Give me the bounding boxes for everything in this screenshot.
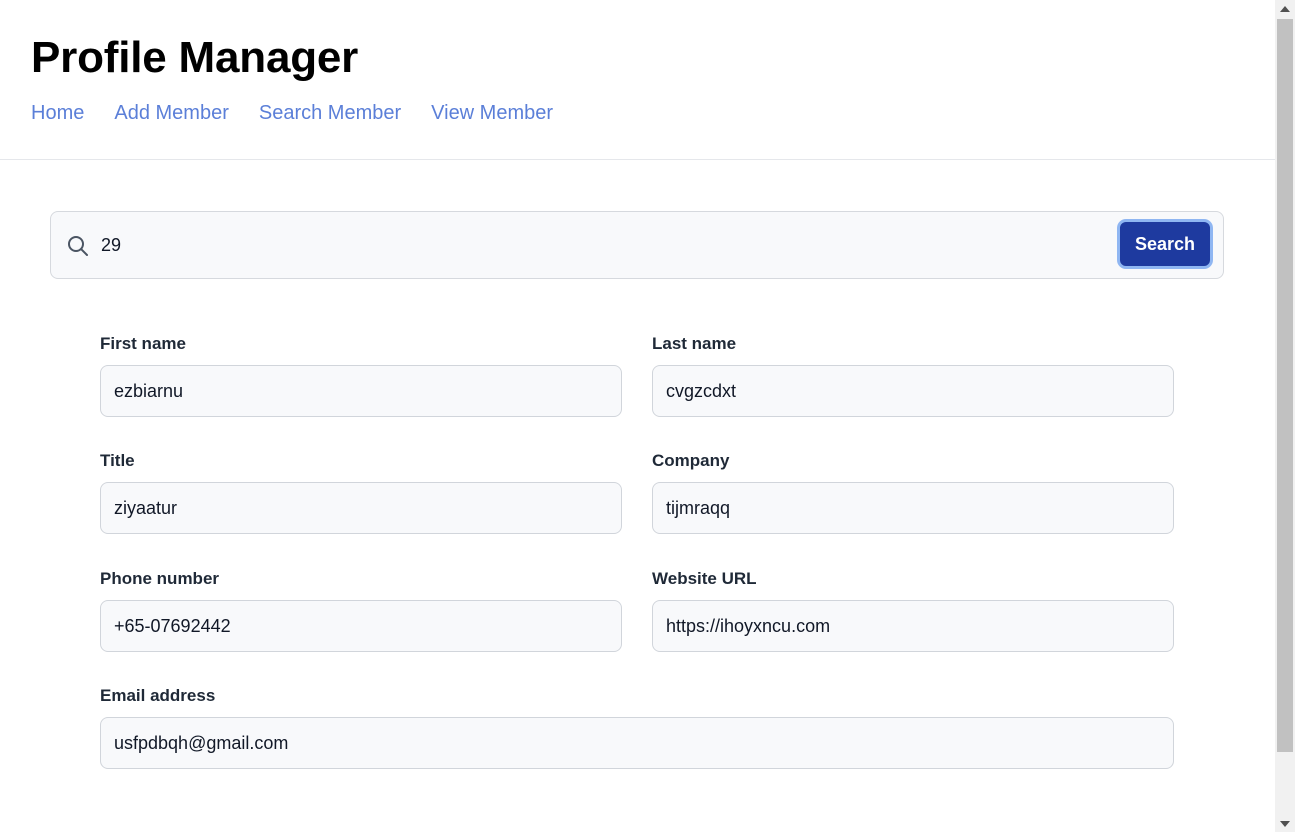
title-input[interactable] xyxy=(100,482,622,534)
first-name-input[interactable] xyxy=(100,365,622,417)
first-name-label: First name xyxy=(100,334,186,353)
search-button[interactable]: Search xyxy=(1117,219,1213,269)
vertical-scrollbar[interactable] xyxy=(1275,0,1295,832)
nav-link-search-member[interactable]: Search Member xyxy=(259,99,401,127)
scroll-thumb[interactable] xyxy=(1277,19,1293,752)
last-name-field: Last name xyxy=(652,333,1174,417)
company-input[interactable] xyxy=(652,482,1174,534)
website-label: Website URL xyxy=(652,569,757,588)
search-bar: Search xyxy=(50,211,1224,279)
nav-link-view-member[interactable]: View Member xyxy=(431,99,553,127)
page: Profile Manager Home Add Member Search M… xyxy=(0,0,1275,832)
email-input[interactable] xyxy=(100,717,1174,769)
email-field: Email address xyxy=(100,685,1174,769)
main-nav: Home Add Member Search Member View Membe… xyxy=(31,99,1275,127)
company-label: Company xyxy=(652,451,730,470)
search-icon xyxy=(66,234,90,258)
nav-link-home[interactable]: Home xyxy=(31,99,84,127)
website-input[interactable] xyxy=(652,600,1174,652)
email-label: Email address xyxy=(100,686,216,705)
scroll-down-arrow-icon[interactable] xyxy=(1275,815,1295,832)
last-name-input[interactable] xyxy=(652,365,1174,417)
phone-input[interactable] xyxy=(100,600,622,652)
phone-label: Phone number xyxy=(100,569,220,588)
app-title: Profile Manager xyxy=(31,33,359,82)
website-field: Website URL xyxy=(652,568,1174,652)
company-field: Company xyxy=(652,450,1174,534)
title-label: Title xyxy=(100,451,135,470)
title-field: Title xyxy=(100,450,622,534)
header: Profile Manager Home Add Member Search M… xyxy=(0,0,1275,160)
first-name-field: First name xyxy=(100,333,622,417)
scroll-up-arrow-icon[interactable] xyxy=(1275,0,1295,17)
search-input[interactable] xyxy=(101,226,1101,264)
nav-link-add-member[interactable]: Add Member xyxy=(114,99,229,127)
phone-field: Phone number xyxy=(100,568,622,652)
last-name-label: Last name xyxy=(652,334,737,353)
